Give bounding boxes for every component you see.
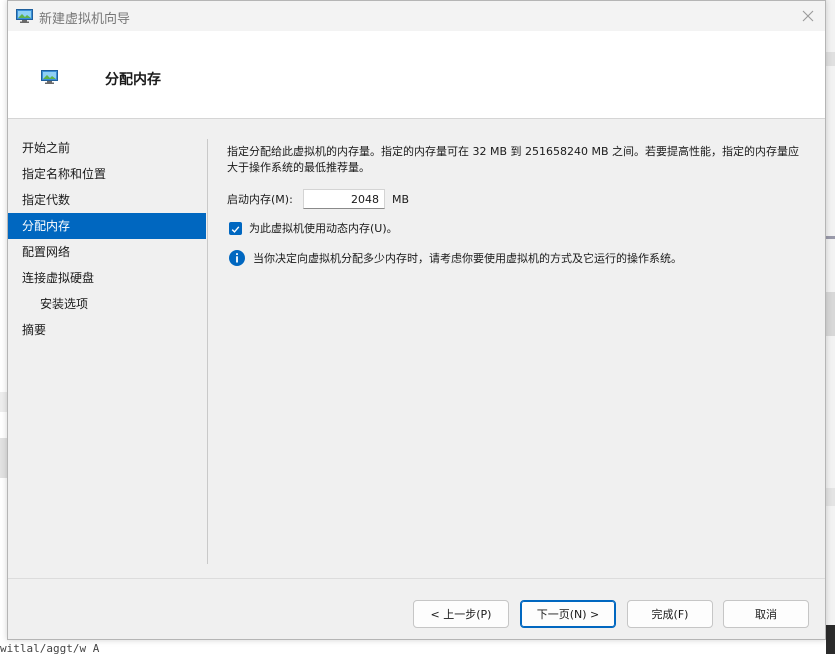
dynamic-memory-label[interactable]: 为此虚拟机使用动态内存(U)。 xyxy=(249,220,398,236)
memory-settings-panel: 指定分配给此虚拟机的内存量。指定的内存量可在 32 MB 到 251658240… xyxy=(227,144,807,266)
checkmark-icon xyxy=(231,219,240,238)
dynamic-memory-checkbox[interactable] xyxy=(229,219,242,238)
dynamic-memory-option[interactable]: 为此虚拟机使用动态内存(U)。 xyxy=(229,220,398,236)
memory-unit-label: MB xyxy=(392,192,410,206)
nav-item-installation-options[interactable]: 安装选项 xyxy=(8,291,206,317)
nav-item-assign-memory[interactable]: 分配内存 xyxy=(8,213,206,239)
background-fragment xyxy=(826,52,835,66)
background-fragment xyxy=(826,292,835,336)
background-fragment xyxy=(826,625,835,654)
nav-item-name-and-location[interactable]: 指定名称和位置 xyxy=(8,161,206,187)
nav-item-configure-network[interactable]: 配置网络 xyxy=(8,239,206,265)
cancel-button[interactable]: 取消 xyxy=(723,600,809,628)
new-vm-wizard-dialog: 新建虚拟机向导 分配内存 开始之前 指定名称和位置 指定代数 分配内存 配置网络 xyxy=(7,0,826,640)
close-button[interactable] xyxy=(797,6,819,26)
nav-item-generation[interactable]: 指定代数 xyxy=(8,187,206,213)
memory-info-tip: 当你决定向虚拟机分配多少内存时，请考虑你要使用虚拟机的方式及它运行的操作系统。 xyxy=(229,249,682,267)
background-text: witlal/aggt/w A xyxy=(0,642,100,655)
window-title: 新建虚拟机向导 xyxy=(39,12,131,27)
footer-divider xyxy=(8,578,825,579)
wizard-header: 分配内存 xyxy=(8,31,825,119)
info-text: 当你决定向虚拟机分配多少内存时，请考虑你要使用虚拟机的方式及它运行的操作系统。 xyxy=(253,252,682,265)
finish-button[interactable]: 完成(F) xyxy=(627,600,713,628)
nav-item-before-you-begin[interactable]: 开始之前 xyxy=(8,135,206,161)
wizard-step-nav: 开始之前 指定名称和位置 指定代数 分配内存 配置网络 连接虚拟硬盘 安装选项 … xyxy=(8,135,206,343)
virtual-machine-icon xyxy=(41,69,59,84)
nav-item-connect-virtual-disk[interactable]: 连接虚拟硬盘 xyxy=(8,265,206,291)
close-icon xyxy=(802,7,814,26)
page-title: 分配内存 xyxy=(105,72,161,88)
previous-button[interactable]: < 上一步(P) xyxy=(413,600,509,628)
memory-description: 指定分配给此虚拟机的内存量。指定的内存量可在 32 MB 到 251658240… xyxy=(227,145,800,174)
startup-memory-label: 启动内存(M): xyxy=(227,193,293,206)
startup-memory-row: 启动内存(M): MB xyxy=(227,188,409,210)
virtual-machine-icon xyxy=(16,8,33,23)
background-fragment xyxy=(826,488,835,506)
startup-memory-input[interactable] xyxy=(303,189,385,209)
info-icon xyxy=(229,250,245,266)
next-button[interactable]: 下一页(N) > xyxy=(520,600,616,628)
background-fragment xyxy=(826,236,835,239)
background-window-edge xyxy=(826,0,835,654)
nav-item-summary[interactable]: 摘要 xyxy=(8,317,206,343)
nav-divider xyxy=(207,139,208,564)
title-bar: 新建虚拟机向导 xyxy=(8,1,825,31)
